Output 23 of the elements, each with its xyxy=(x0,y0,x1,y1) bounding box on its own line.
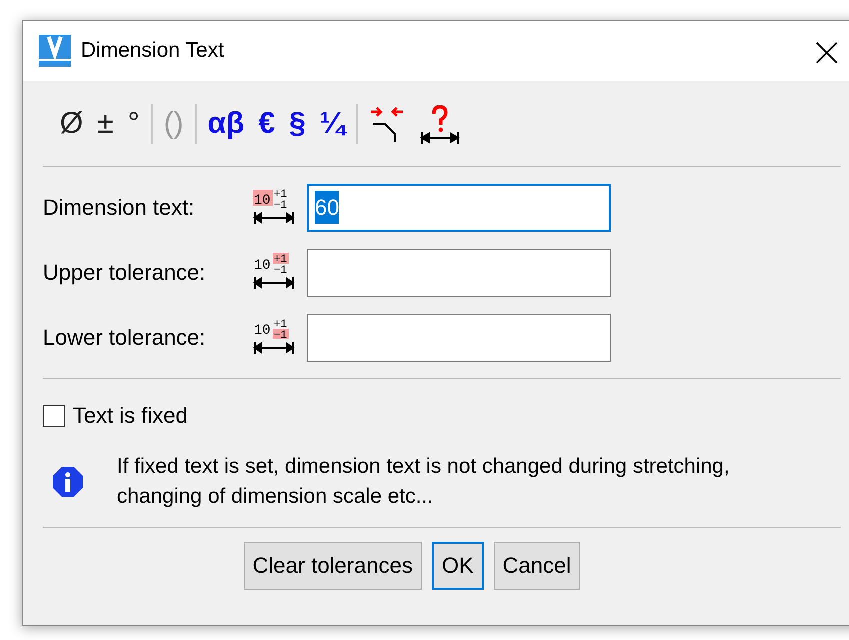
text-field[interactable]: 60 xyxy=(307,184,611,232)
text-field[interactable] xyxy=(307,314,611,362)
window-title: Dimension Text xyxy=(81,38,224,64)
field-label: Dimension text: xyxy=(43,194,196,222)
symbol-button[interactable]: § xyxy=(282,108,313,138)
symbol-button[interactable]: € xyxy=(252,108,282,138)
symbol-button[interactable]: ° xyxy=(120,108,147,138)
field-label: Lower tolerance: xyxy=(43,324,207,352)
dialog-button[interactable]: Cancel xyxy=(494,542,580,590)
info-text: If fixed text is set, dimension text is not changed during stretching, changing of dimension scale etc... xyxy=(117,454,731,510)
checkbox-label: Text is fixed xyxy=(73,402,188,430)
text-field[interactable] xyxy=(307,248,611,296)
symbol-button[interactable]: ± xyxy=(90,108,121,138)
symbol-button[interactable]: ¼ xyxy=(312,108,352,138)
field-label: Upper tolerance: xyxy=(43,259,207,287)
info-icon xyxy=(53,467,83,498)
close-icon xyxy=(816,42,838,64)
dialog-button[interactable]: OK xyxy=(432,542,484,590)
symbol-button[interactable]: Ø xyxy=(53,108,90,138)
dialog-button[interactable]: Clear tolerances xyxy=(244,542,422,590)
symbol-button[interactable]: αβ xyxy=(200,108,252,138)
app-logo-icon xyxy=(39,35,71,67)
checkbox[interactable] xyxy=(43,404,65,426)
